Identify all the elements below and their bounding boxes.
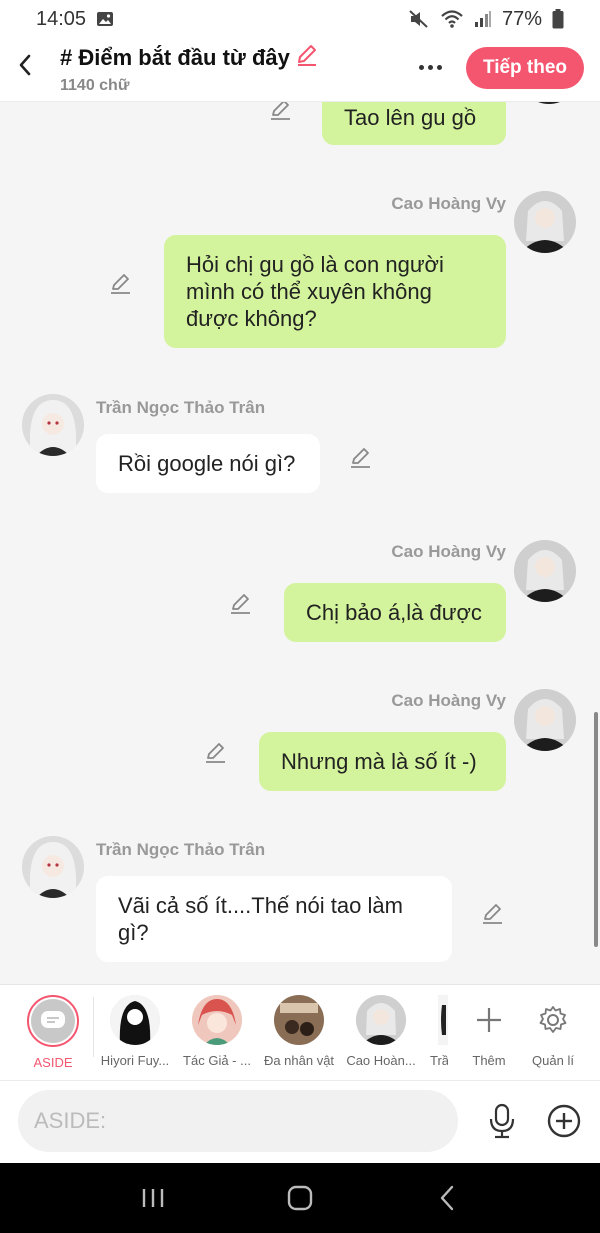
avatar[interactable]	[514, 540, 576, 602]
message-input[interactable]	[18, 1090, 458, 1152]
more-dot-icon	[418, 64, 424, 70]
message-text: Nhưng mà là số ít -)	[281, 749, 477, 774]
avatar[interactable]	[514, 191, 576, 253]
character-item[interactable]: Đa nhân vật	[260, 995, 338, 1068]
page-title: # Điểm bắt đầu từ đây	[60, 44, 290, 70]
sender-name: Trần Ngọc Thảo Trân	[96, 840, 266, 859]
message-bubble[interactable]: Tao lên gu gồ	[322, 102, 506, 145]
signal-icon	[474, 10, 492, 28]
avatar[interactable]	[514, 689, 576, 751]
more-dot-icon	[436, 64, 442, 70]
avatar	[110, 995, 160, 1045]
divider	[93, 997, 94, 1057]
chat-bubble-icon	[41, 1011, 65, 1028]
message-text: Tao lên gu gồ	[344, 105, 477, 130]
character-label: Cao Hoàn...	[346, 1053, 416, 1068]
edit-message-icon[interactable]	[268, 102, 294, 122]
avatar	[438, 995, 448, 1045]
message-bubble[interactable]: Chị bảo á,là được	[284, 583, 506, 642]
character-item[interactable]: Trầ	[424, 995, 448, 1068]
edit-message-icon[interactable]	[228, 590, 254, 616]
character-item[interactable]: Cao Hoàn...	[342, 995, 420, 1068]
avatar	[518, 102, 580, 104]
battery-percent: 77%	[501, 7, 542, 30]
aside-avatar	[27, 995, 79, 1047]
manage-label: Quản lí	[532, 1053, 574, 1068]
character-bar: ASIDE Hiyori Fuy... Tác Giả - ... Đa nhâ…	[0, 984, 600, 1080]
edit-message-icon[interactable]	[203, 739, 229, 765]
recents-icon	[143, 1189, 164, 1207]
edit-message-icon[interactable]	[108, 270, 134, 296]
avatar	[192, 995, 242, 1045]
system-back-button[interactable]	[427, 1178, 467, 1218]
message-text: gì?	[118, 920, 149, 945]
character-aside[interactable]: ASIDE	[14, 995, 92, 1070]
message-bubble[interactable]: Rồi google nói gì?	[96, 434, 320, 493]
more-dot-icon	[427, 64, 433, 70]
image-icon	[96, 11, 114, 27]
add-circle-icon[interactable]	[546, 1103, 582, 1139]
home-icon	[287, 1185, 313, 1211]
back-button[interactable]	[10, 50, 40, 80]
battery-icon	[552, 9, 564, 29]
mute-icon	[408, 9, 430, 29]
recent-apps-button[interactable]	[133, 1178, 173, 1218]
next-button[interactable]: Tiếp theo	[466, 47, 584, 89]
avatar[interactable]	[22, 394, 84, 456]
character-item[interactable]: Tác Giả - ...	[178, 995, 256, 1068]
status-time: 14:05	[36, 7, 87, 30]
system-nav-bar	[0, 1163, 600, 1233]
manage-characters-button[interactable]: Quản lí	[514, 995, 592, 1068]
avatar	[274, 995, 324, 1045]
chat-area[interactable]: Tao lên gu gồ Cao Hoàng Vy Hỏi chị gu gồ…	[0, 102, 600, 984]
chevron-left-icon	[19, 54, 31, 76]
message-text: mình có thể xuyên không	[186, 279, 432, 304]
sender-name: Cao Hoàng Vy	[391, 194, 506, 213]
character-label: Hiyori Fuy...	[100, 1053, 170, 1068]
character-label: ASIDE	[33, 1055, 73, 1070]
message-text: Chị bảo á,là được	[306, 600, 482, 625]
message-text: được không?	[186, 306, 317, 331]
character-label: Trầ	[430, 1053, 448, 1068]
message-text: Vãi cả số ít....Thế nói tao làm	[118, 893, 403, 918]
wifi-icon	[440, 9, 464, 29]
plus-icon	[464, 995, 514, 1045]
sender-name: Cao Hoàng Vy	[391, 542, 506, 561]
character-label: Đa nhân vật	[263, 1053, 335, 1068]
word-count: 1140 chữ	[60, 77, 130, 94]
title-block: # Điểm bắt đầu từ đây 1140 chữ	[60, 42, 320, 95]
edit-title-icon[interactable]	[294, 42, 320, 73]
character-label: Tác Giả - ...	[183, 1053, 251, 1068]
header: # Điểm bắt đầu từ đây 1140 chữ Tiếp theo	[0, 38, 600, 102]
message-bubble[interactable]: Hỏi chị gu gồ là con người mình có thể x…	[164, 235, 506, 348]
message-text: Rồi google nói gì?	[118, 451, 296, 476]
edit-message-icon[interactable]	[480, 900, 506, 926]
message-bubble[interactable]: Nhưng mà là số ít -)	[259, 732, 506, 791]
status-bar: 14:05 77%	[0, 0, 600, 38]
edit-message-icon[interactable]	[348, 444, 374, 470]
gear-icon	[528, 995, 578, 1045]
microphone-icon[interactable]	[486, 1103, 518, 1139]
message-text: Hỏi chị gu gồ là con người	[186, 252, 444, 277]
character-item[interactable]: Hiyori Fuy...	[96, 995, 174, 1068]
scrollbar[interactable]	[594, 712, 598, 947]
avatar	[356, 995, 406, 1045]
input-bar	[0, 1080, 600, 1163]
back-arrow-icon	[440, 1185, 453, 1211]
more-options-button[interactable]	[410, 52, 450, 82]
sender-name: Trần Ngọc Thảo Trân	[96, 398, 266, 417]
home-button[interactable]	[280, 1178, 320, 1218]
avatar[interactable]	[22, 836, 84, 898]
message-bubble[interactable]: Vãi cả số ít....Thế nói tao làm gì?	[96, 876, 452, 962]
sender-name: Cao Hoàng Vy	[391, 691, 506, 710]
